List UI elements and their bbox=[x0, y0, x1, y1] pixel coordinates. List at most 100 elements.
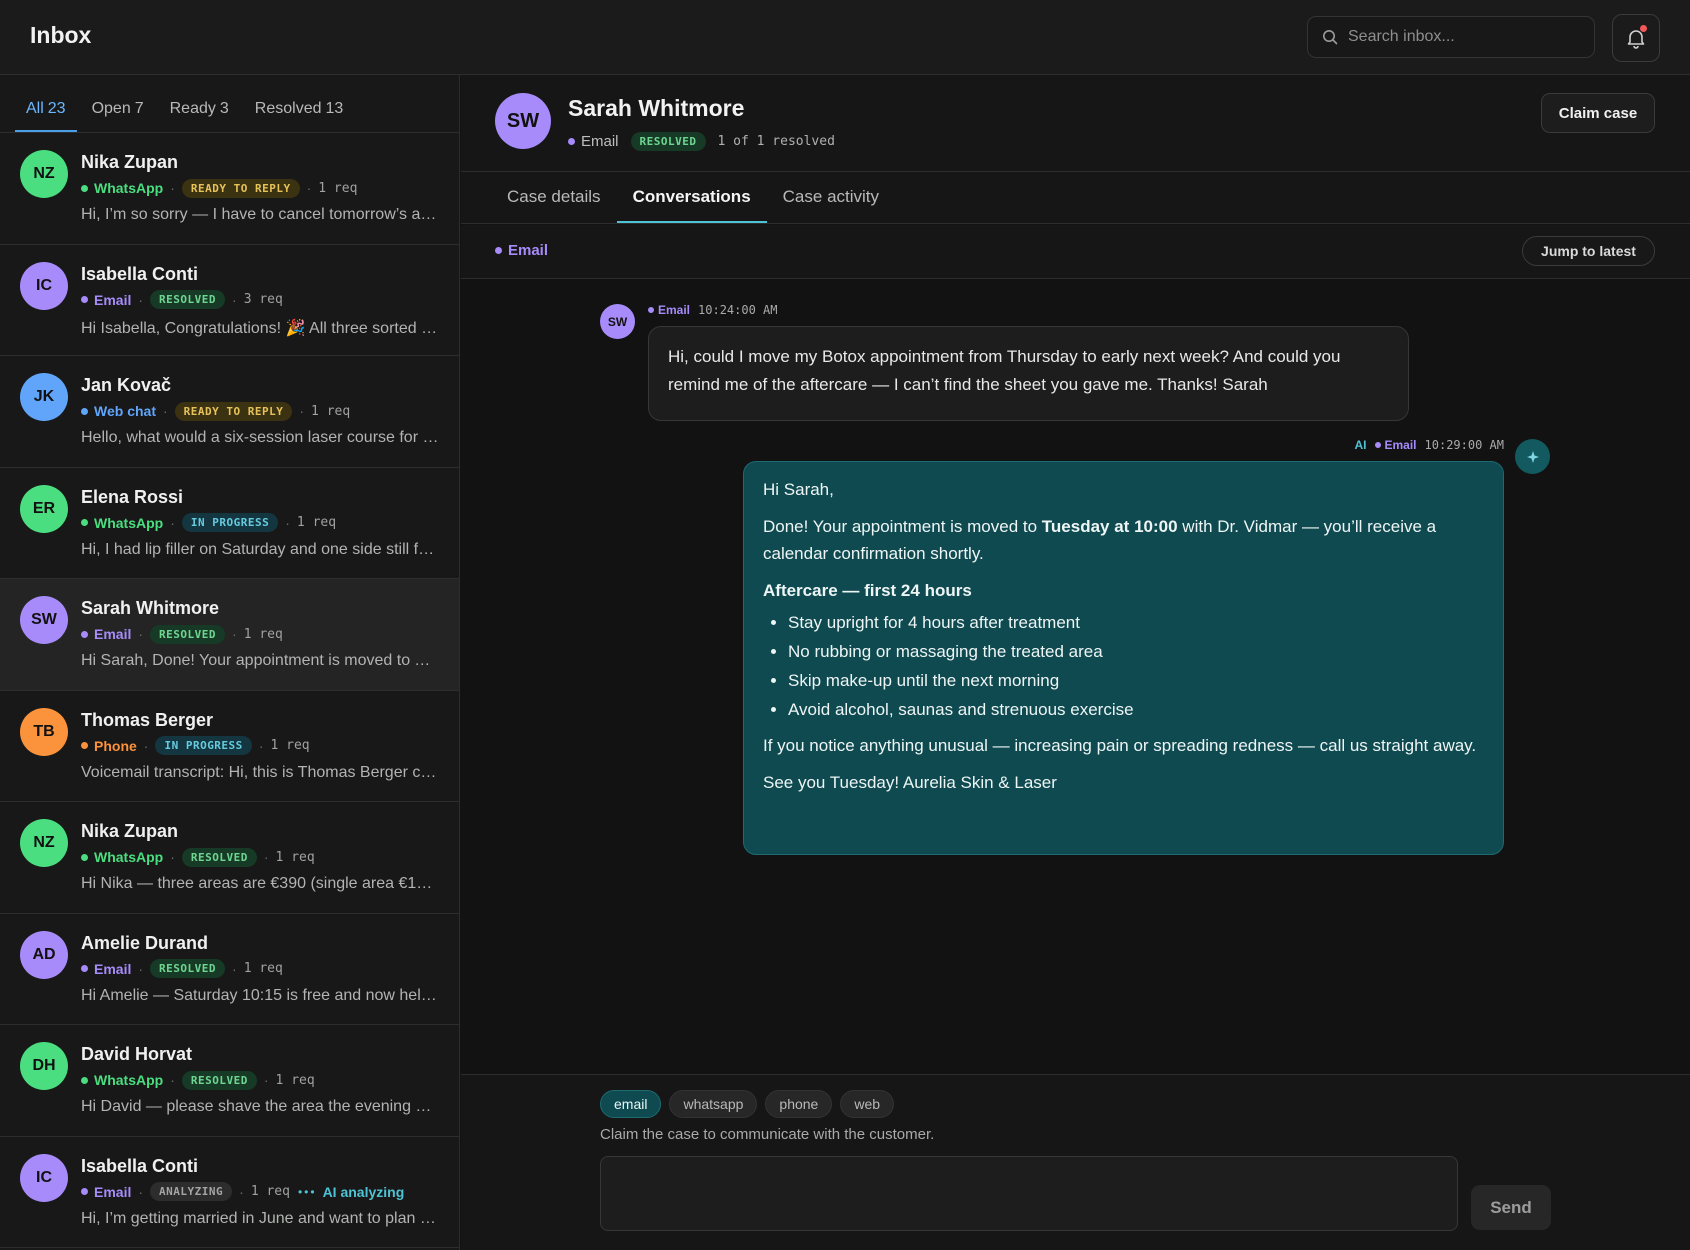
send-button[interactable]: Send bbox=[1471, 1185, 1551, 1230]
reply-paragraph: Done! Your appointment is moved to Tuesd… bbox=[763, 517, 1437, 563]
case-customer-name: Nika Zupan bbox=[81, 821, 179, 841]
aftercare-heading: Aftercare — first 24 hours bbox=[763, 581, 972, 600]
case-item[interactable]: JK Jan Kovač Web chat · READY TO REPLY · 1 req… bbox=[0, 356, 459, 468]
case-preview: Hi, I’m getting married in June and want… bbox=[81, 1209, 439, 1227]
case-list-sidebar: All 23 Open 7 Ready 3 Resolved 13 NZ Nika Zupan W… bbox=[0, 75, 460, 1250]
channel-dot bbox=[81, 965, 88, 972]
case-item[interactable]: DH David Horvat WhatsApp · RESOLVED · 1 req Hi … bbox=[0, 1025, 459, 1137]
status-badge: IN PROGRESS bbox=[155, 736, 252, 755]
request-count: 1 req bbox=[296, 515, 337, 530]
filter-tab-resolved[interactable]: Resolved 13 bbox=[244, 100, 355, 132]
case-item[interactable]: SW Sarah Whitmore Email · RESOLVED · 1 req Hi S… bbox=[0, 579, 459, 691]
inbound-message: Hi, could I move my Botox appointment fr… bbox=[648, 326, 1409, 421]
case-item[interactable]: IC Isabella Conti Email · ANALYZING · 1 req •••… bbox=[0, 1137, 459, 1248]
case-meta: Email · RESOLVED · 1 req bbox=[81, 624, 439, 644]
case-item[interactable]: ER Elena Rossi WhatsApp · IN PROGRESS · 1 req H… bbox=[0, 468, 459, 579]
case-preview: Hi, I had lip filler on Saturday and one… bbox=[81, 540, 439, 558]
filter-tab-all[interactable]: All 23 bbox=[15, 100, 77, 132]
avatar: TB bbox=[20, 707, 68, 756]
reply-textarea[interactable] bbox=[600, 1156, 1458, 1231]
case-item[interactable]: TB Thomas Berger Phone · IN PROGRESS · 1 req Vo… bbox=[0, 691, 459, 802]
case-meta: WhatsApp · IN PROGRESS · 1 req bbox=[81, 513, 439, 533]
request-count: 1 req bbox=[243, 961, 283, 976]
search-icon bbox=[1323, 30, 1338, 45]
case-preview: Voicemail transcript: Hi, this is Thomas… bbox=[81, 763, 439, 781]
filter-tab-ready[interactable]: Ready 3 bbox=[159, 100, 240, 132]
channel-dot bbox=[81, 519, 88, 526]
case-preview: Hi David — please shave the area the eve… bbox=[81, 1098, 439, 1115]
separator: · bbox=[138, 291, 144, 308]
tab-conversations[interactable]: Conversations bbox=[616, 172, 767, 223]
case-list: NZ Nika Zupan WhatsApp · READY TO REPLY · 1 re… bbox=[0, 133, 459, 1248]
status-badge: RESOLVED bbox=[181, 1070, 257, 1090]
case-meta: Email · RESOLVED · 3 req bbox=[81, 290, 439, 310]
case-meta: WhatsApp · READY TO REPLY · 1 req bbox=[81, 178, 439, 198]
case-customer-name: Nika Zupan bbox=[81, 152, 179, 172]
filter-tab-count: 7 bbox=[134, 100, 144, 117]
outbound-message: Hi Sarah, Done! Your appointment is move… bbox=[743, 461, 1504, 855]
channel-chip-whatsapp[interactable]: whatsapp bbox=[669, 1090, 758, 1118]
channel-chip-web[interactable]: web bbox=[840, 1090, 895, 1118]
separator: · bbox=[258, 737, 264, 754]
case-customer-name: Amelie Durand bbox=[81, 932, 209, 953]
tab-case-activity[interactable]: Case activity bbox=[767, 172, 895, 223]
case-item[interactable]: NZ Nika Zupan WhatsApp · READY TO REPLY · 1 re… bbox=[0, 133, 459, 245]
separator: · bbox=[299, 403, 305, 419]
channel-dot bbox=[81, 853, 88, 861]
ai-label: AI bbox=[1354, 438, 1367, 452]
channel-dot bbox=[81, 1188, 88, 1195]
notifications-button[interactable] bbox=[1612, 14, 1660, 62]
reply-signoff: See you Tuesday! Aurelia Skin & Laser bbox=[763, 773, 1057, 792]
reply-appointment-time: Tuesday at 10:00 bbox=[1041, 517, 1178, 536]
aftercare-list: Stay upright for 4 hours after treatment… bbox=[788, 608, 1484, 724]
tab-case-details[interactable]: Case details bbox=[491, 172, 617, 223]
case-customer-name: David Horvat bbox=[81, 1044, 193, 1064]
case-channel: WhatsApp bbox=[94, 180, 164, 196]
claim-note: Claim the case to communicate with the c… bbox=[600, 1126, 935, 1143]
filter-tab-open[interactable]: Open 7 bbox=[81, 100, 155, 132]
request-count: 1 req bbox=[250, 1184, 290, 1199]
sparkle-icon bbox=[1526, 450, 1539, 463]
channel-dot bbox=[81, 296, 88, 303]
channel-dot bbox=[1374, 442, 1381, 448]
channel-chip-email[interactable]: email bbox=[600, 1090, 662, 1118]
inbound-message-header: Email 10:24:00 AM bbox=[648, 303, 778, 317]
case-item[interactable]: NZ Nika Zupan WhatsApp · RESOLVED · 1 req Hi Ni… bbox=[0, 802, 459, 914]
case-item[interactable]: AD Amelie Durand Email · RESOLVED · 1 req Hi Am… bbox=[0, 914, 459, 1025]
channel-dot bbox=[81, 742, 88, 749]
separator: · bbox=[263, 1072, 269, 1088]
search-box[interactable] bbox=[1307, 16, 1595, 58]
separator: · bbox=[285, 514, 290, 531]
case-header: SW Sarah Whitmore Email RESOLVED 1 of 1 … bbox=[461, 75, 1690, 172]
claim-case-button[interactable]: Claim case bbox=[1541, 93, 1655, 133]
filter-tabs: All 23 Open 7 Ready 3 Resolved 13 bbox=[0, 75, 459, 133]
request-count: 3 req bbox=[243, 292, 283, 307]
case-item[interactable]: IC Isabella Conti Email · RESOLVED · 3 req Hi I… bbox=[0, 245, 459, 356]
jump-to-latest-button[interactable]: Jump to latest bbox=[1522, 236, 1655, 266]
separator: · bbox=[143, 737, 149, 754]
separator: · bbox=[138, 626, 144, 642]
filter-tab-label: Ready bbox=[169, 100, 216, 117]
request-count: 1 req bbox=[318, 180, 358, 196]
sender-avatar: SW bbox=[600, 304, 635, 339]
customer-channel: Email bbox=[581, 133, 619, 150]
avatar: IC bbox=[20, 1153, 68, 1202]
avatar: NZ bbox=[20, 819, 68, 867]
case-customer-name: Isabella Conti bbox=[81, 263, 199, 284]
aftercare-item: Skip make-up until the next morning bbox=[788, 666, 1484, 695]
filter-tab-label: Resolved bbox=[254, 100, 322, 117]
case-preview: Hi Amelie — Saturday 10:15 is free and n… bbox=[81, 986, 439, 1004]
request-count: 1 req bbox=[270, 738, 310, 753]
app-title: Inbox bbox=[30, 22, 92, 48]
reply-greeting: Hi Sarah, bbox=[763, 480, 834, 499]
channel-chip-phone[interactable]: phone bbox=[765, 1090, 833, 1118]
channel-filter[interactable]: Email bbox=[495, 242, 548, 259]
case-meta: Email · RESOLVED · 1 req bbox=[81, 959, 439, 979]
case-customer-name: Sarah Whitmore bbox=[81, 598, 220, 618]
separator: · bbox=[306, 180, 312, 196]
status-badge: IN PROGRESS bbox=[181, 513, 279, 532]
search-input[interactable] bbox=[1348, 28, 1578, 46]
channel-filter-label: Email bbox=[508, 242, 549, 259]
status-badge: ANALYZING bbox=[150, 1182, 233, 1201]
outbound-time: 10:29:00 AM bbox=[1424, 438, 1504, 452]
